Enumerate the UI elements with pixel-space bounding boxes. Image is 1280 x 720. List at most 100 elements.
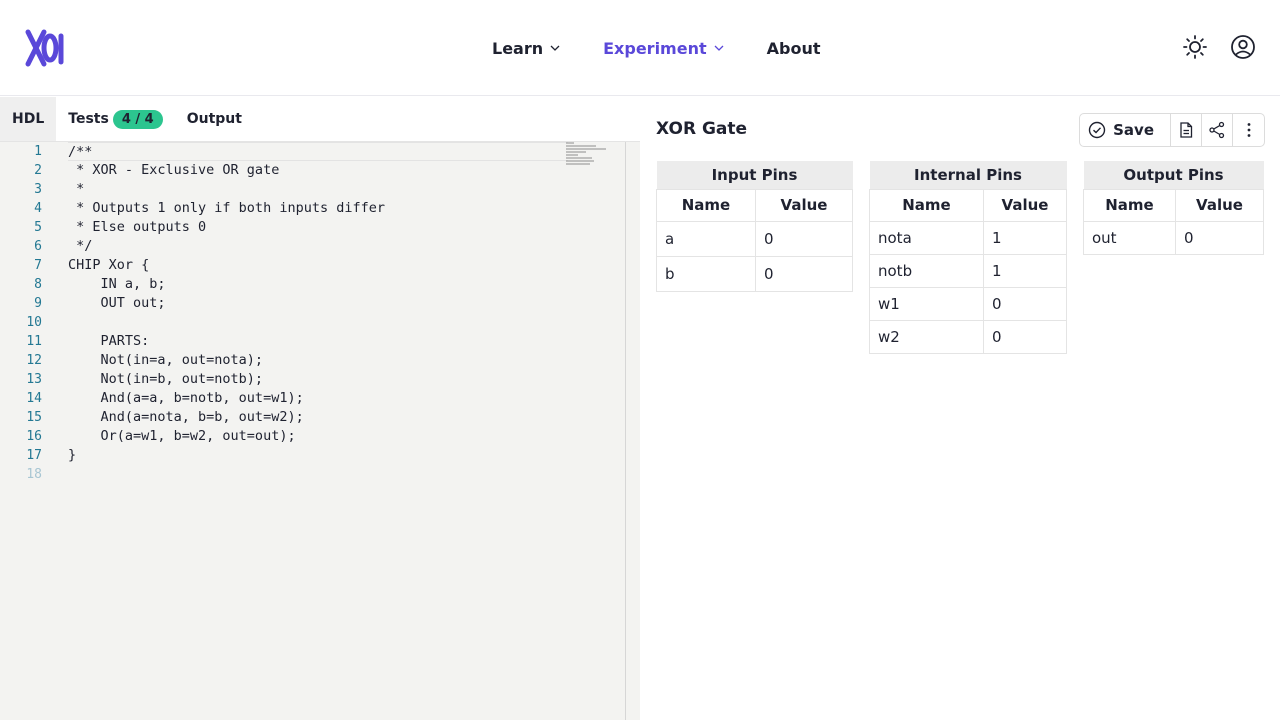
pin-name: a [656, 220, 756, 257]
line-number: 4 [34, 201, 42, 216]
user-icon[interactable] [1230, 34, 1256, 60]
minimap-line [566, 148, 606, 150]
editor-scrollbar[interactable] [626, 142, 640, 720]
pin-name: nota [869, 220, 984, 255]
column-header: Name [869, 188, 984, 222]
nav-learn-label: Learn [492, 38, 544, 58]
pin-value: 1 [983, 253, 1067, 288]
minimap-line [566, 154, 578, 156]
code-line[interactable]: * XOR - Exclusive OR gate [68, 161, 568, 180]
nav-experiment[interactable]: Experiment [603, 37, 725, 59]
code-line[interactable]: And(a=nota, b=b, out=w2); [68, 408, 568, 427]
chevron-down-icon [550, 45, 560, 51]
tab-tests-label: Tests [68, 111, 109, 127]
tab-tests[interactable]: Tests 4 / 4 [56, 97, 174, 141]
code-line[interactable] [68, 313, 568, 332]
code-line[interactable]: * Else outputs 0 [68, 218, 568, 237]
more-vertical-icon [1247, 123, 1250, 137]
tests-status-badge: 4 / 4 [112, 109, 163, 129]
table-row: notb 1 [869, 253, 1067, 288]
code-editor[interactable]: 1 2 3 4 5 6 7 8 9 10 11 12 13 14 15 16 17 18 /** * XOR - … [0, 142, 626, 720]
input-pins-title: Input Pins [656, 161, 853, 189]
line-number-gutter: 1 2 3 4 5 6 7 8 9 10 11 12 13 14 15 16 17 18 [0, 142, 52, 484]
code-line[interactable]: And(a=a, b=notb, out=w1); [68, 389, 568, 408]
column-header: Value [1175, 188, 1264, 222]
output-pins-table: Output Pins Name Value out 0 [1083, 161, 1264, 255]
code-line[interactable]: IN a, b; [68, 275, 568, 294]
sun-icon[interactable] [1182, 34, 1208, 60]
line-number: 15 [26, 410, 42, 425]
code-line[interactable]: * Outputs 1 only if both inputs differ [68, 199, 568, 218]
header-icons [1182, 34, 1256, 60]
nand2tetris-logo-icon[interactable] [24, 28, 66, 68]
nav-learn[interactable]: Learn [492, 37, 561, 59]
line-number: 3 [34, 182, 42, 197]
minimap-line [566, 151, 586, 153]
code-line[interactable]: */ [68, 237, 568, 256]
code-line[interactable]: Or(a=w1, b=w2, out=out); [68, 427, 568, 446]
share-button[interactable] [1202, 114, 1233, 146]
pin-name: w2 [869, 319, 984, 354]
line-number: 1 [34, 144, 42, 159]
minimap-line [566, 163, 590, 165]
code-line[interactable]: * [68, 180, 568, 199]
line-number: 7 [34, 258, 42, 273]
editor-minimap[interactable] [566, 142, 610, 176]
code-line[interactable]: OUT out; [68, 294, 568, 313]
line-number: 11 [26, 334, 42, 349]
nav-about[interactable]: About [767, 37, 821, 59]
code-content[interactable]: /** * XOR - Exclusive OR gate * * Output… [68, 142, 568, 484]
pin-value: 0 [983, 286, 1067, 321]
share-icon [1209, 121, 1225, 139]
chip-title: XOR Gate [656, 119, 748, 139]
top-navigation-bar: Learn Experiment About [0, 0, 1280, 96]
tab-hdl-label: HDL [12, 111, 45, 127]
save-button[interactable]: Save [1080, 114, 1171, 146]
pin-value[interactable]: 0 [755, 255, 853, 292]
minimap-line [566, 157, 592, 159]
table-row: w1 0 [869, 286, 1067, 321]
nav-about-label: About [766, 38, 821, 58]
minimap-line [566, 160, 594, 162]
pin-name: w1 [869, 286, 984, 321]
file-button[interactable] [1171, 114, 1202, 146]
pin-value: 1 [983, 220, 1067, 255]
pin-value[interactable]: 0 [755, 220, 853, 257]
check-circle-icon [1088, 121, 1106, 139]
column-header: Name [1083, 188, 1176, 222]
code-line[interactable]: Not(in=a, out=nota); [68, 351, 568, 370]
column-header: Value [983, 188, 1067, 222]
line-number: 18 [26, 467, 42, 482]
table-row: a 0 [656, 220, 853, 257]
chip-actions: Save [1079, 113, 1265, 147]
pin-value: 0 [1175, 220, 1264, 255]
pin-name: out [1083, 220, 1176, 255]
minimap-line [566, 142, 574, 144]
code-line[interactable]: } [68, 446, 568, 465]
line-number: 12 [26, 353, 42, 368]
code-line[interactable]: /** [68, 142, 568, 161]
left-tabs: HDL Tests 4 / 4 Output [0, 97, 640, 142]
code-line[interactable]: PARTS: [68, 332, 568, 351]
internal-pins-title: Internal Pins [869, 161, 1067, 189]
table-row: w2 0 [869, 319, 1067, 354]
line-number: 16 [26, 429, 42, 444]
line-number: 5 [34, 220, 42, 235]
code-line[interactable]: CHIP Xor { [68, 256, 568, 275]
more-options-button[interactable] [1233, 114, 1264, 146]
line-number: 13 [26, 372, 42, 387]
code-line[interactable]: Not(in=b, out=notb); [68, 370, 568, 389]
line-number: 6 [34, 239, 42, 254]
internal-pins-table: Internal Pins Name Value nota 1 notb 1 w… [869, 161, 1067, 354]
main-nav: Learn Experiment About [492, 37, 821, 59]
code-line[interactable] [68, 465, 568, 484]
tab-output[interactable]: Output [175, 97, 254, 141]
tab-hdl[interactable]: HDL [0, 97, 57, 141]
save-label: Save [1113, 121, 1154, 139]
column-header: Name [656, 188, 756, 222]
tab-output-label: Output [186, 111, 242, 127]
line-number: 9 [34, 296, 42, 311]
chevron-down-icon [714, 45, 724, 51]
chip-panel: XOR Gate Save Input Pins Name Value a 0 … [640, 97, 1280, 720]
table-row: nota 1 [869, 220, 1067, 255]
